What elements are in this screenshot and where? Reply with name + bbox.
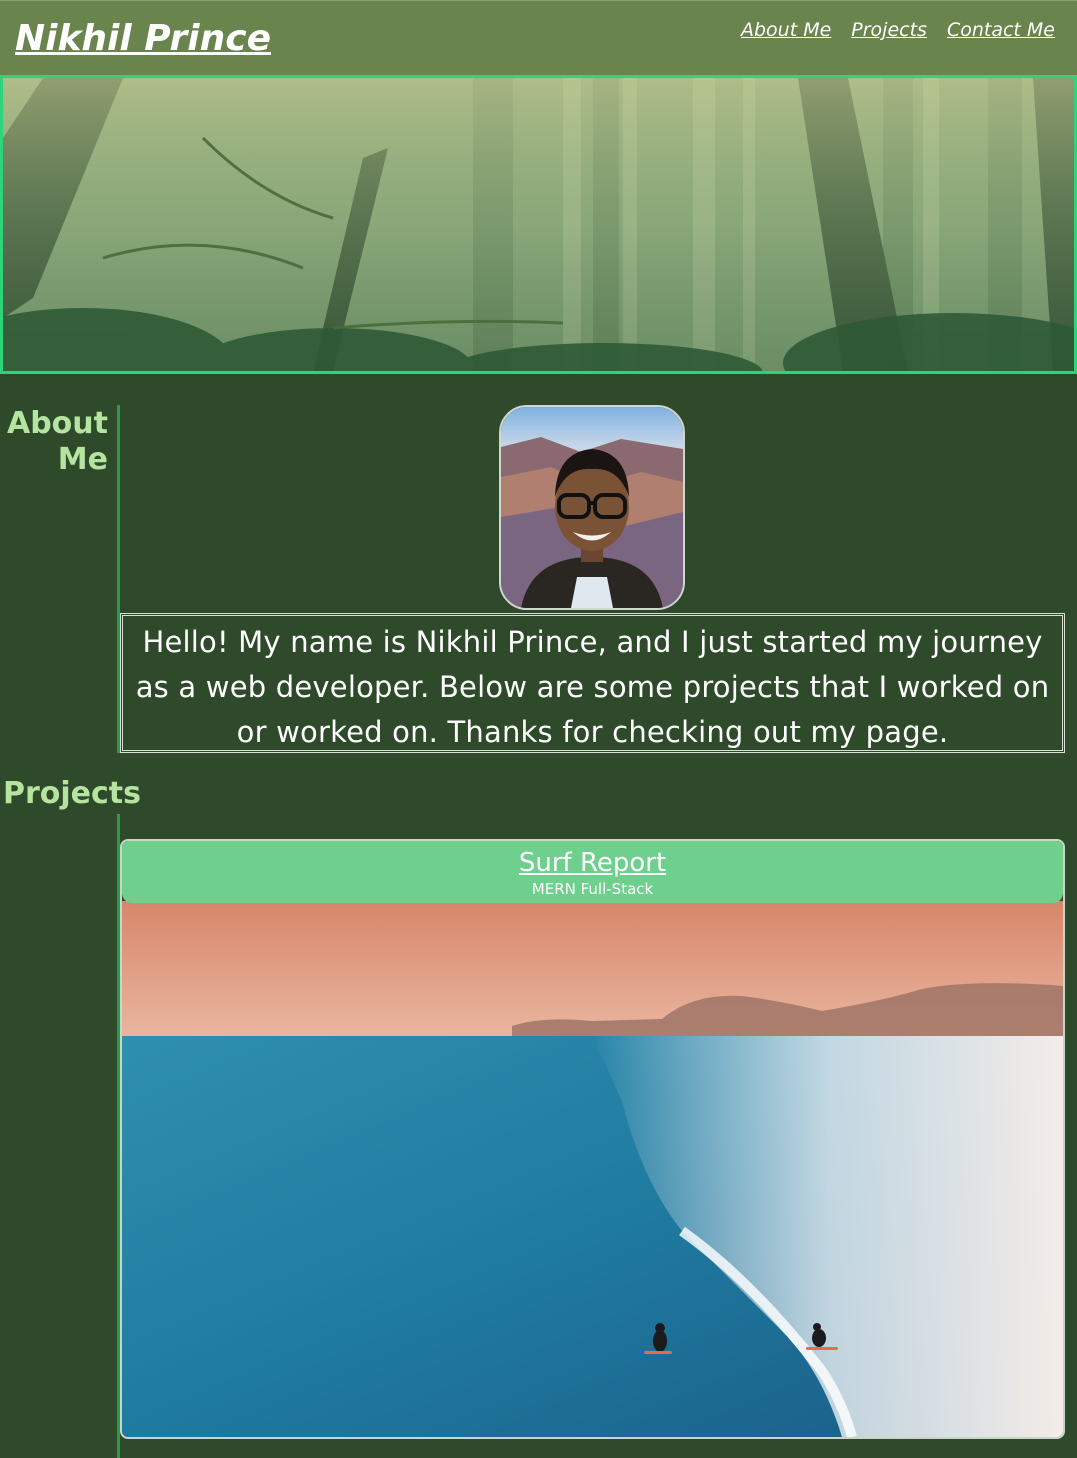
project-title-link[interactable]: Surf Report	[122, 847, 1063, 879]
nav-link-about-me[interactable]: About Me	[741, 17, 831, 43]
hero-forest-image	[0, 75, 1077, 374]
site-header: Nikhil Prince About Me Projects Contact …	[0, 0, 1077, 75]
main-nav: About Me Projects Contact Me	[741, 17, 1055, 43]
nav-link-projects[interactable]: Projects	[851, 17, 927, 43]
profile-avatar	[499, 405, 685, 610]
project-card-surf-report[interactable]: Surf Report MERN Full-Stack	[120, 839, 1065, 1439]
project-card-header: Surf Report MERN Full-Stack	[122, 841, 1063, 903]
project-subtitle: MERN Full-Stack	[531, 880, 654, 898]
about-heading-line2: Me	[57, 442, 108, 477]
site-title[interactable]: Nikhil Prince	[15, 15, 271, 63]
about-me-heading: About Me	[0, 406, 108, 478]
about-bio-text: Hello! My name is Nikhil Prince, and I j…	[120, 613, 1065, 753]
projects-heading: Projects	[3, 776, 142, 811]
nav-link-contact-me[interactable]: Contact Me	[947, 17, 1055, 43]
about-heading-line1: About	[6, 406, 108, 441]
project-surf-image	[122, 901, 1063, 1437]
